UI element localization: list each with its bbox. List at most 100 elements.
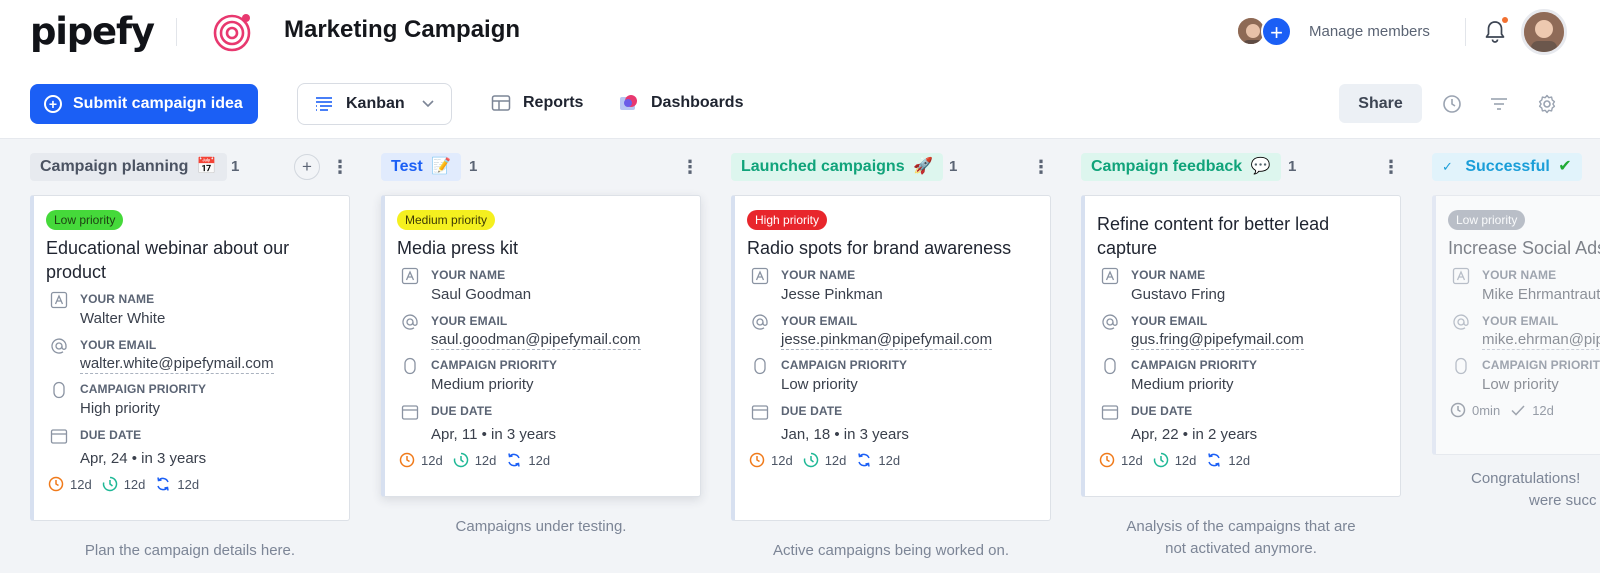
history-icon[interactable] bbox=[1441, 93, 1463, 115]
clock-icon bbox=[1099, 452, 1115, 468]
field-label: YOUR EMAIL bbox=[80, 338, 157, 352]
phase-campaign-feedback: Campaign feedback 💬 1 ⋮ Refine content f… bbox=[1081, 139, 1401, 573]
timer-value: 12d bbox=[177, 476, 200, 492]
phase-card-count: 1 bbox=[469, 158, 478, 175]
more-options-icon[interactable]: ⋮ bbox=[1382, 156, 1400, 178]
text-field-icon bbox=[1101, 267, 1119, 285]
view-selector[interactable]: Kanban bbox=[297, 83, 452, 125]
add-member-button[interactable]: + bbox=[1261, 16, 1292, 47]
clock-icon bbox=[749, 452, 765, 468]
timer-icon bbox=[803, 452, 818, 468]
pipe-time: 12d bbox=[803, 452, 846, 468]
dashboards-link[interactable]: Dashboards bbox=[619, 94, 743, 112]
pipefy-logo[interactable]: pipefy bbox=[30, 8, 155, 56]
timer-value: 12d bbox=[1228, 452, 1251, 468]
header-divider bbox=[1465, 18, 1466, 46]
share-button[interactable]: Share bbox=[1339, 84, 1422, 123]
phase-description: Campaigns under testing. bbox=[455, 518, 627, 535]
phase-title-label: Campaign planning bbox=[40, 158, 189, 175]
card-field: DUE DATE Apr, 11 • in 3 years bbox=[397, 402, 686, 446]
phase-description: Analysis of the campaigns that are not a… bbox=[1081, 516, 1401, 560]
more-options-icon[interactable]: ⋮ bbox=[681, 156, 699, 178]
refresh-icon bbox=[508, 453, 521, 467]
card-field: CAMPAIGN PRIORITY Low priority bbox=[747, 356, 1036, 396]
dashboards-label: Dashboards bbox=[651, 94, 744, 111]
field-value[interactable]: mike.ehrman@pip bbox=[1482, 330, 1600, 350]
card-timers: 0min 12d bbox=[1448, 402, 1600, 418]
card-timers: 12d 12d 12d bbox=[397, 452, 686, 468]
phase-title[interactable]: Launched campaigns 🚀 bbox=[731, 153, 943, 181]
field-value: Mike Ehrmantraut bbox=[1482, 286, 1600, 303]
settings-gear-icon[interactable] bbox=[1536, 93, 1558, 115]
card[interactable]: High priority Radio spots for brand awar… bbox=[731, 195, 1051, 521]
card-title: Refine content for better lead capture bbox=[1097, 214, 1330, 258]
text-field-icon bbox=[751, 267, 769, 285]
field-label: YOUR NAME bbox=[1131, 268, 1206, 282]
field-value[interactable]: jesse.pinkman@pipefymail.com bbox=[781, 330, 993, 350]
phase-launched-campaigns: Launched campaigns 🚀 1 ⋮ High priority R… bbox=[731, 139, 1051, 573]
field-label: CAMPAIGN PRIORITY bbox=[1482, 358, 1600, 372]
card[interactable]: Refine content for better lead capture Y… bbox=[1081, 195, 1401, 497]
phase-description-line: Analysis of the campaigns that are bbox=[1126, 518, 1356, 535]
user-avatar[interactable] bbox=[1521, 9, 1567, 55]
reports-label: Reports bbox=[523, 94, 584, 111]
field-value: Jesse Pinkman bbox=[781, 286, 883, 303]
phase-title-label: Test bbox=[391, 158, 423, 175]
check-icon bbox=[1511, 405, 1525, 416]
phase-title[interactable]: ✓ Successful ✔ bbox=[1432, 153, 1582, 181]
phase-title[interactable]: Test 📝 bbox=[381, 153, 462, 181]
card[interactable]: Medium priority Media press kit YOUR NAM… bbox=[381, 195, 701, 497]
update-time: 12d bbox=[506, 452, 550, 468]
add-card-button[interactable]: + bbox=[294, 154, 320, 180]
card-field: YOUR NAME Saul Goodman bbox=[397, 266, 686, 306]
field-label: YOUR EMAIL bbox=[781, 314, 858, 328]
timer-value: 12d bbox=[1174, 452, 1197, 468]
more-options-icon[interactable]: ⋮ bbox=[1032, 156, 1050, 178]
speech-bubble-emoji-icon: 💬 bbox=[1250, 158, 1271, 175]
select-field-icon bbox=[754, 357, 766, 375]
phase-title[interactable]: Campaign feedback 💬 bbox=[1081, 153, 1281, 181]
card-field: YOUR NAME Jesse Pinkman bbox=[747, 266, 1036, 306]
timer-value: 12d bbox=[878, 452, 901, 468]
refresh-icon bbox=[157, 477, 170, 491]
card-field: YOUR NAME Mike Ehrmantraut bbox=[1448, 266, 1600, 306]
filter-icon[interactable] bbox=[1488, 93, 1510, 115]
timer-value: 12d bbox=[1532, 402, 1554, 418]
field-value[interactable]: saul.goodman@pipefymail.com bbox=[431, 330, 641, 350]
memo-emoji-icon: 📝 bbox=[431, 158, 452, 175]
submit-campaign-button[interactable]: + Submit campaign idea bbox=[30, 84, 258, 124]
field-value[interactable]: gus.fring@pipefymail.com bbox=[1131, 330, 1304, 350]
field-label: YOUR EMAIL bbox=[1482, 314, 1559, 328]
timer-icon bbox=[1153, 452, 1168, 468]
field-value[interactable]: walter.white@pipefymail.com bbox=[80, 354, 274, 374]
field-value: Gustavo Fring bbox=[1131, 286, 1226, 303]
card[interactable]: Low priority Increase Social Ads YOUR NA… bbox=[1432, 195, 1600, 455]
card-field: YOUR EMAIL jesse.pinkman@pipefymail.com bbox=[747, 312, 1036, 350]
target-icon[interactable] bbox=[212, 11, 254, 53]
phase-header: Launched campaigns 🚀 1 ⋮ bbox=[731, 153, 1051, 181]
at-sign-icon bbox=[752, 314, 768, 330]
calendar-icon bbox=[401, 405, 419, 420]
timer-value: 0min bbox=[1472, 402, 1501, 418]
card-title: Radio spots for brand awareness bbox=[747, 238, 1012, 258]
manage-members-link[interactable]: Manage members bbox=[1309, 23, 1430, 40]
select-field-icon bbox=[53, 381, 65, 399]
field-label: CAMPAIGN PRIORITY bbox=[431, 358, 558, 372]
field-label: DUE DATE bbox=[431, 404, 493, 418]
card-field: DUE DATE Jan, 18 • in 3 years bbox=[747, 402, 1036, 446]
card-field: YOUR NAME Walter White bbox=[46, 290, 335, 330]
more-options-icon[interactable]: ⋮ bbox=[331, 156, 349, 178]
chevron-down-icon bbox=[422, 100, 434, 108]
card-field: YOUR EMAIL mike.ehrman@pip bbox=[1448, 312, 1600, 350]
priority-label: Low priority bbox=[46, 210, 124, 230]
reports-link[interactable]: Reports bbox=[491, 94, 583, 112]
priority-label: High priority bbox=[747, 210, 828, 230]
phase-time: 12d bbox=[1099, 452, 1143, 468]
at-sign-icon bbox=[402, 314, 418, 330]
phase-title[interactable]: Campaign planning 📅 bbox=[30, 153, 227, 181]
header-divider bbox=[176, 18, 177, 46]
card[interactable]: Low priority Educational webinar about o… bbox=[30, 195, 350, 521]
pipe-time: 12d bbox=[102, 476, 145, 492]
calendar-icon bbox=[50, 429, 68, 444]
field-label: CAMPAIGN PRIORITY bbox=[80, 382, 207, 396]
